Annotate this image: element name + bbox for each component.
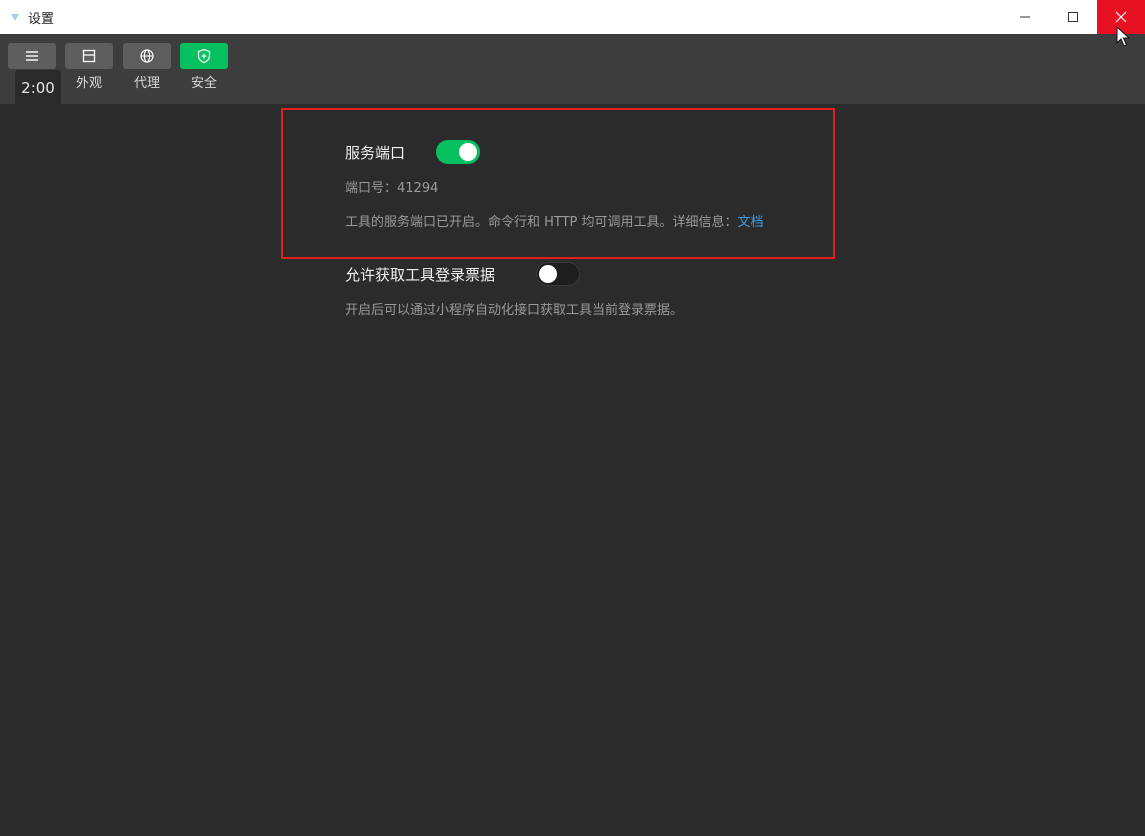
list-icon bbox=[26, 51, 38, 61]
service-port-description-text: 工具的服务端口已开启。命令行和 HTTP 均可调用工具。详细信息： bbox=[345, 215, 738, 230]
tab-security[interactable]: 安全 bbox=[179, 43, 229, 92]
toggle-knob bbox=[539, 265, 557, 283]
tab-appearance-label: 外观 bbox=[75, 76, 102, 91]
layout-icon bbox=[82, 49, 96, 63]
tab-proxy[interactable]: 代理 bbox=[122, 43, 172, 92]
title-bar: 设置 bbox=[0, 0, 1145, 34]
port-number-text: 端口号：41294 bbox=[345, 181, 439, 196]
service-port-description: 工具的服务端口已开启。命令行和 HTTP 均可调用工具。详细信息：文档 bbox=[345, 214, 764, 232]
close-icon bbox=[1115, 11, 1127, 23]
login-ticket-title: 允许获取工具登录票据 bbox=[345, 266, 496, 284]
app-icon bbox=[10, 12, 20, 22]
login-ticket-toggle[interactable] bbox=[536, 262, 580, 286]
minimize-icon bbox=[1020, 16, 1030, 18]
maximize-button[interactable] bbox=[1049, 0, 1097, 34]
minimize-button[interactable] bbox=[1001, 0, 1049, 34]
shield-icon bbox=[197, 48, 211, 64]
tab-proxy-label: 代理 bbox=[133, 76, 160, 91]
toggle-knob bbox=[459, 143, 477, 161]
globe-icon bbox=[140, 49, 154, 63]
tab-security-label: 安全 bbox=[190, 76, 217, 91]
mouse-cursor-icon bbox=[1116, 26, 1130, 47]
maximize-icon bbox=[1068, 12, 1078, 22]
window-title: 设置 bbox=[28, 11, 55, 27]
settings-toolbar: 通用 外观 代理 bbox=[0, 34, 1145, 104]
settings-window: 设置 通用 bbox=[0, 0, 1145, 836]
service-port-title: 服务端口 bbox=[345, 144, 406, 162]
service-port-toggle[interactable] bbox=[436, 140, 480, 164]
timestamp-overlay: 2:00 bbox=[15, 70, 61, 106]
docs-link[interactable]: 文档 bbox=[738, 215, 764, 230]
tab-appearance[interactable]: 外观 bbox=[64, 43, 114, 92]
login-ticket-description: 开启后可以通过小程序自动化接口获取工具当前登录票据。 bbox=[345, 303, 684, 318]
